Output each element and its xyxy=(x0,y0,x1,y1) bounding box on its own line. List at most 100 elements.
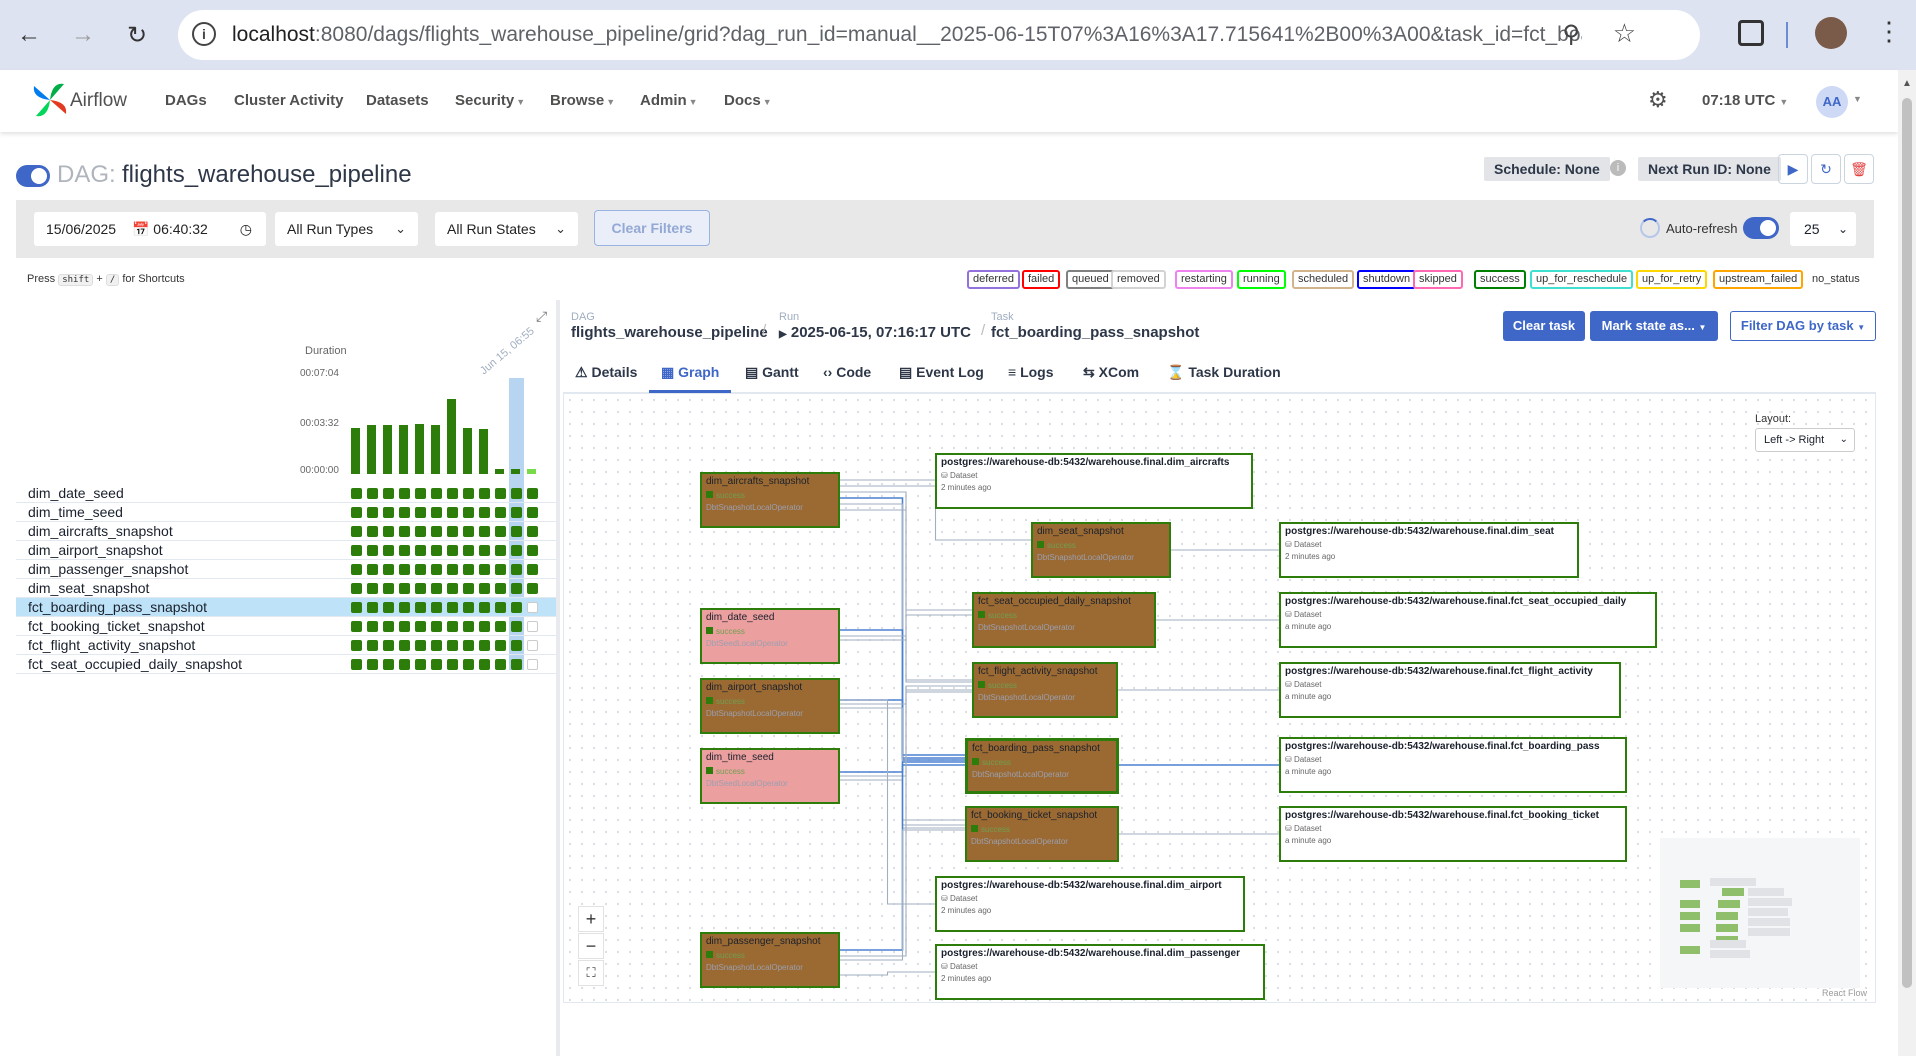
task-instance-cell[interactable] xyxy=(415,583,426,594)
execution-date-input[interactable]: 15/06/2025 📅 06:40:32 ◷ xyxy=(34,212,266,246)
collapse-panel-icon[interactable]: ⤢ xyxy=(536,308,547,325)
task-instance-cell[interactable] xyxy=(351,488,362,499)
task-instance-cell[interactable] xyxy=(351,526,362,537)
task-instance-cell[interactable] xyxy=(463,583,474,594)
task-instance-cell[interactable] xyxy=(383,583,394,594)
task-instance-cell[interactable] xyxy=(351,659,362,670)
legend-shutdown[interactable]: shutdown xyxy=(1357,270,1417,289)
task-instance-cell[interactable] xyxy=(399,621,410,632)
task-instance-cell[interactable] xyxy=(415,640,426,651)
task-instance-cell[interactable] xyxy=(351,602,362,613)
task-instance-cell[interactable] xyxy=(367,621,378,632)
task-node-fct-booking-ticket-snapshot[interactable]: fct_booking_ticket_snapshot success DbtSna… xyxy=(965,806,1119,862)
scroll-up-icon[interactable]: ▲ xyxy=(1902,78,1912,89)
task-instance-cell[interactable] xyxy=(527,621,538,632)
task-node-dim-date-seed[interactable]: dim_date_seed success DbtSeedLocalOperator xyxy=(700,608,840,664)
task-node-fct-flight-activity-snapshot[interactable]: fct_flight_activity_snapshot success DbtSn… xyxy=(972,662,1118,718)
task-instance-cell[interactable] xyxy=(447,564,458,575)
task-instance-cell[interactable] xyxy=(463,640,474,651)
run-duration-bar[interactable] xyxy=(479,429,488,474)
legend-success[interactable]: success xyxy=(1474,270,1526,289)
task-instance-cell[interactable] xyxy=(511,564,522,575)
nav-browse[interactable]: Browse ▼ xyxy=(550,92,615,109)
browser-menu-icon[interactable]: ⋮ xyxy=(1876,16,1902,47)
task-instance-cell[interactable] xyxy=(447,621,458,632)
task-row[interactable]: dim_airport_snapshot xyxy=(16,541,556,560)
task-instance-cell[interactable] xyxy=(463,564,474,575)
browser-profile-avatar[interactable] xyxy=(1815,17,1847,49)
clear-filters-button[interactable]: Clear Filters xyxy=(594,210,710,246)
task-instance-cell[interactable] xyxy=(399,545,410,556)
run-duration-bar[interactable] xyxy=(399,425,408,474)
forward-icon[interactable]: → xyxy=(66,18,100,52)
task-instance-cell[interactable] xyxy=(415,602,426,613)
task-instance-cell[interactable] xyxy=(415,621,426,632)
task-row[interactable]: fct_flight_activity_snapshot xyxy=(16,636,556,655)
task-instance-cell[interactable] xyxy=(431,564,442,575)
react-flow-attribution[interactable]: React Flow xyxy=(1822,988,1867,998)
task-instance-cell[interactable] xyxy=(383,640,394,651)
task-node-dim-passenger-snapshot[interactable]: dim_passenger_snapshot success DbtSnapshot… xyxy=(700,932,840,988)
task-name[interactable]: dim_date_seed xyxy=(28,484,124,502)
back-icon[interactable]: ← xyxy=(12,18,46,52)
airflow-logo-text[interactable]: Airflow xyxy=(70,90,127,112)
task-instance-cell[interactable] xyxy=(399,659,410,670)
task-instance-cell[interactable] xyxy=(415,488,426,499)
task-instance-cell[interactable] xyxy=(383,507,394,518)
task-node-dim-airport-snapshot[interactable]: dim_airport_snapshot success DbtSnapshotLo… xyxy=(700,678,840,734)
task-instance-cell[interactable] xyxy=(447,640,458,651)
task-instance-cell[interactable] xyxy=(527,507,538,518)
task-instance-cell[interactable] xyxy=(527,545,538,556)
task-instance-cell[interactable] xyxy=(367,659,378,670)
mark-state-button[interactable]: Mark state as... ▼ xyxy=(1590,311,1718,341)
task-instance-cell[interactable] xyxy=(383,564,394,575)
task-instance-cell[interactable] xyxy=(527,640,538,651)
panel-resizer[interactable] xyxy=(556,300,560,1056)
task-instance-cell[interactable] xyxy=(511,602,522,613)
dataset-node[interactable]: postgres://warehouse-db:5432/warehouse.f… xyxy=(935,876,1245,932)
task-instance-cell[interactable] xyxy=(351,583,362,594)
task-instance-cell[interactable] xyxy=(367,602,378,613)
task-instance-cell[interactable] xyxy=(463,507,474,518)
task-instance-cell[interactable] xyxy=(431,507,442,518)
address-bar[interactable]: i localhost:8080/dags/flights_warehouse_… xyxy=(178,10,1700,60)
task-instance-cell[interactable] xyxy=(495,640,506,651)
task-instance-cell[interactable] xyxy=(367,583,378,594)
run-duration-bar[interactable] xyxy=(511,469,520,474)
task-instance-cell[interactable] xyxy=(463,602,474,613)
task-row[interactable]: fct_boarding_pass_snapshot xyxy=(16,598,556,617)
task-name[interactable]: fct_boarding_pass_snapshot xyxy=(28,598,207,616)
task-instance-cell[interactable] xyxy=(527,564,538,575)
dataset-node[interactable]: postgres://warehouse-db:5432/warehouse.f… xyxy=(1279,522,1579,578)
run-duration-bar[interactable] xyxy=(431,425,440,474)
run-duration-bar[interactable] xyxy=(351,428,360,474)
dataset-node[interactable]: postgres://warehouse-db:5432/warehouse.f… xyxy=(1279,662,1621,718)
task-instance-cell[interactable] xyxy=(415,507,426,518)
dataset-node[interactable]: postgres://warehouse-db:5432/warehouse.f… xyxy=(935,453,1253,509)
crumb-run[interactable]: ▶ 2025-06-15, 07:16:17 UTC xyxy=(779,324,971,341)
task-instance-cell[interactable] xyxy=(447,545,458,556)
task-instance-cell[interactable] xyxy=(527,659,538,670)
tab-logs[interactable]: ≡ Logs xyxy=(1008,364,1054,380)
site-info-icon[interactable]: i xyxy=(192,22,216,46)
reload-icon[interactable]: ↻ xyxy=(120,18,154,52)
task-name[interactable]: dim_aircrafts_snapshot xyxy=(28,522,173,540)
task-instance-cell[interactable] xyxy=(431,602,442,613)
task-instance-cell[interactable] xyxy=(511,488,522,499)
task-instance-cell[interactable] xyxy=(431,621,442,632)
task-node-dim-seat-snapshot[interactable]: dim_seat_snapshot success DbtSnapshotLocal… xyxy=(1031,522,1171,578)
scrollbar-thumb[interactable] xyxy=(1902,98,1912,988)
task-instance-cell[interactable] xyxy=(367,488,378,499)
task-instance-cell[interactable] xyxy=(479,507,490,518)
legend-restarting[interactable]: restarting xyxy=(1175,270,1233,289)
task-instance-cell[interactable] xyxy=(367,640,378,651)
task-instance-cell[interactable] xyxy=(415,526,426,537)
task-instance-cell[interactable] xyxy=(495,602,506,613)
tab-code[interactable]: ‹› Code xyxy=(823,364,871,380)
task-instance-cell[interactable] xyxy=(495,545,506,556)
task-instance-cell[interactable] xyxy=(383,545,394,556)
task-instance-cell[interactable] xyxy=(527,602,538,613)
task-instance-cell[interactable] xyxy=(479,526,490,537)
run-duration-bar[interactable] xyxy=(415,424,424,474)
user-avatar[interactable]: AA xyxy=(1816,86,1848,118)
